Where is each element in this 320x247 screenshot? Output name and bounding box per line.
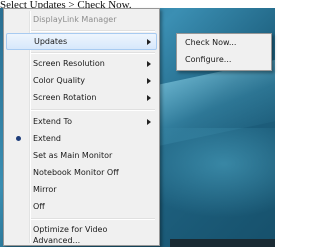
submenu-arrow-icon	[147, 119, 151, 125]
menu-item-screen-resolution[interactable]: Screen Resolution	[6, 55, 157, 72]
menu-item-label: Updates	[34, 37, 68, 46]
menu-item-label: Mirror	[33, 185, 57, 194]
submenu-arrow-icon	[147, 61, 151, 67]
menu-separator	[31, 218, 155, 220]
menu-separator	[31, 52, 155, 54]
menu-item-color-quality[interactable]: Color Quality	[6, 72, 157, 89]
menu-header-label: DisplayLink Manager	[33, 15, 117, 24]
taskbar	[170, 239, 275, 247]
context-menu: DisplayLink Manager Updates Screen Resol…	[3, 8, 160, 246]
submenu-item-configure[interactable]: Configure...	[179, 52, 267, 68]
submenu-arrow-icon	[147, 39, 151, 45]
wallpaper-glow	[160, 128, 275, 218]
menu-item-set-as-main-monitor[interactable]: Set as Main Monitor	[6, 147, 157, 164]
menu-item-label: Advanced...	[33, 236, 81, 245]
menu-item-label: Extend To	[33, 117, 72, 126]
submenu-item-label: Check Now...	[185, 38, 237, 47]
menu-item-updates[interactable]: Updates	[6, 33, 157, 50]
menu-separator	[31, 30, 155, 32]
radio-selected-bullet-icon	[16, 136, 21, 141]
menu-item-label: Off	[33, 202, 45, 211]
menu-separator	[31, 109, 155, 111]
menu-item-advanced[interactable]: Advanced...	[6, 236, 157, 245]
menu-item-label: Notebook Monitor Off	[33, 168, 119, 177]
submenu-item-label: Configure...	[185, 55, 232, 64]
menu-item-label: Extend	[33, 134, 61, 143]
submenu-item-check-now[interactable]: Check Now...	[179, 35, 267, 51]
menu-item-extend[interactable]: Extend	[6, 130, 157, 147]
menu-item-label: Set as Main Monitor	[33, 151, 113, 160]
menu-item-extend-to[interactable]: Extend To	[6, 113, 157, 130]
menu-item-label: Screen Rotation	[33, 93, 97, 102]
submenu-arrow-icon	[147, 78, 151, 84]
menu-item-mirror[interactable]: Mirror	[6, 181, 157, 198]
menu-item-label: Screen Resolution	[33, 59, 105, 68]
menu-header-displaylink-manager: DisplayLink Manager	[6, 11, 157, 28]
menu-item-notebook-monitor-off[interactable]: Notebook Monitor Off	[6, 164, 157, 181]
menu-item-off[interactable]: Off	[6, 198, 157, 215]
menu-item-label: Color Quality	[33, 76, 86, 85]
submenu-arrow-icon	[147, 95, 151, 101]
menu-item-screen-rotation[interactable]: Screen Rotation	[6, 89, 157, 106]
updates-submenu: Check Now... Configure...	[176, 33, 272, 71]
